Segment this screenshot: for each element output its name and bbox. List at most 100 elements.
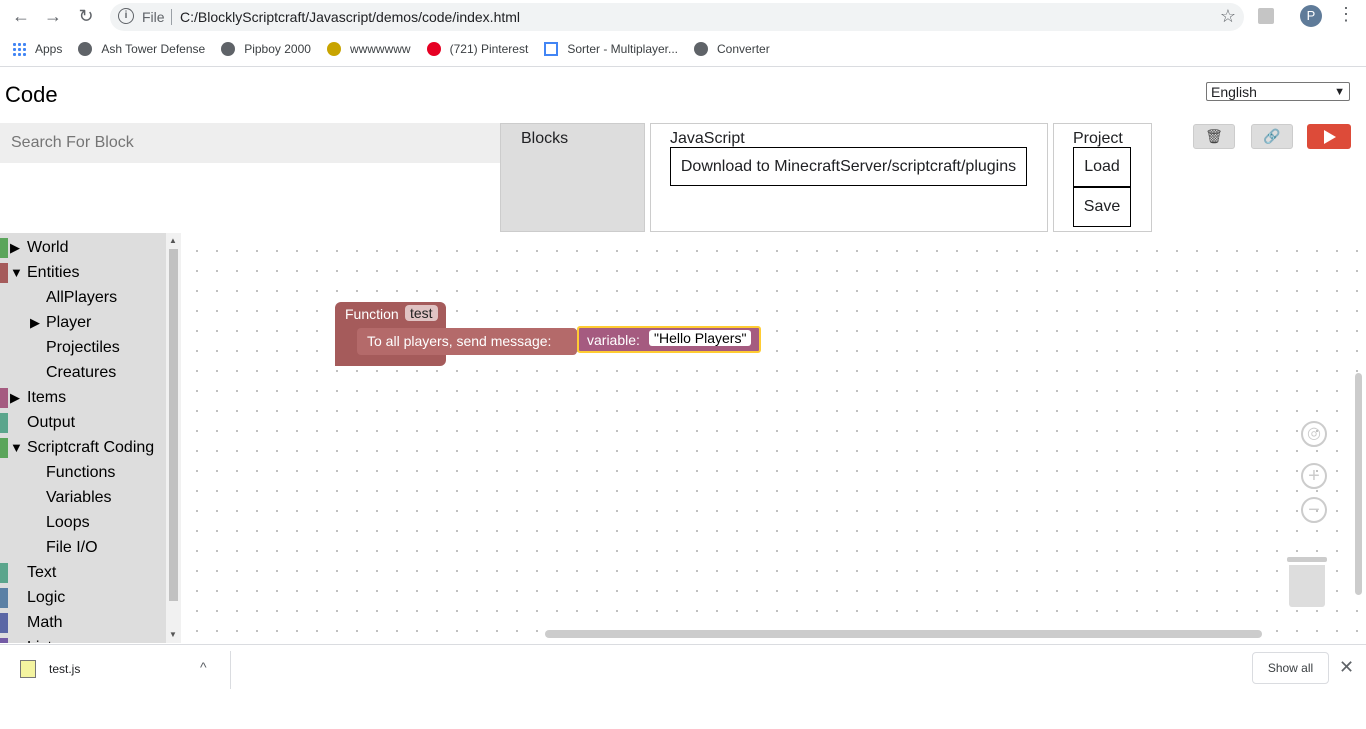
bookmark-wwwwwww[interactable]: wwwwwww <box>326 42 411 56</box>
toolbox-category-variables[interactable]: Variables <box>0 485 166 510</box>
toolbox-category-lists[interactable]: Lists <box>0 635 166 643</box>
tab-blocks-label: Blocks <box>521 130 569 147</box>
category-label: Functions <box>46 464 116 481</box>
trash-lid <box>1287 557 1327 562</box>
bookmark-pinterest[interactable]: (721) Pinterest <box>426 42 528 56</box>
toolbox-category-functions[interactable]: Functions <box>0 460 166 485</box>
send-message-block[interactable]: To all players, send message: <box>357 328 577 355</box>
recenter-icon[interactable]: ◎ <box>1301 421 1327 447</box>
search-input[interactable]: Search For Block <box>11 134 134 152</box>
category-label: Lists <box>27 635 60 643</box>
zoom-out-icon[interactable]: − <box>1301 497 1327 523</box>
workspace-vertical-scrollbar[interactable] <box>1355 373 1362 595</box>
toolbox-category-logic[interactable]: Logic <box>0 585 166 610</box>
workspace-horizontal-scrollbar[interactable] <box>545 630 1262 638</box>
category-label: Player <box>46 314 92 331</box>
bookmark-pipboy[interactable]: Pipboy 2000 <box>221 42 311 56</box>
category-label: Loops <box>46 514 90 531</box>
reload-button[interactable]: ↻ <box>75 5 97 27</box>
download-button[interactable]: Download to MinecraftServer/scriptcraft/… <box>670 147 1027 186</box>
apps-grid-icon <box>12 42 26 56</box>
pdf-extension-icon[interactable] <box>1258 8 1274 24</box>
tab-javascript[interactable]: JavaScript Download to MinecraftServer/s… <box>650 123 1048 232</box>
toolbox-category-scriptcraft-coding[interactable]: ▼ Scriptcraft Coding <box>0 435 166 460</box>
save-button[interactable]: Save <box>1073 187 1131 227</box>
category-label: AllPlayers <box>46 289 118 306</box>
language-select[interactable]: English ▼ <box>1206 82 1350 101</box>
toolbox: ▶ World ▼ Entities AllPlayers ▶ Player P… <box>0 233 166 643</box>
globe-icon <box>694 42 709 56</box>
bookmark-label: Sorter - Multiplayer... <box>567 42 679 56</box>
bookmark-apps[interactable]: Apps <box>12 42 62 56</box>
close-icon[interactable]: ✕ <box>1339 657 1354 678</box>
language-select-value: English <box>1211 84 1257 100</box>
chevron-down-icon: ▼ <box>1334 86 1345 98</box>
toolbox-category-text[interactable]: Text <box>0 560 166 585</box>
run-button[interactable] <box>1307 124 1351 149</box>
send-message-label: To all players, send message: <box>367 333 552 349</box>
toolbox-scrollbar[interactable]: ▲ ▼ <box>166 233 181 643</box>
address-bar[interactable]: i File C:/BlocklyScriptcraft/Javascript/… <box>110 3 1244 31</box>
category-color <box>0 238 8 258</box>
tab-javascript-label: JavaScript <box>670 130 745 147</box>
tab-blocks[interactable]: Blocks <box>500 123 645 232</box>
forward-button[interactable]: → <box>42 5 64 27</box>
bookmark-label: Pipboy 2000 <box>244 42 311 56</box>
back-button[interactable]: ← <box>10 5 32 27</box>
collapse-arrow-icon[interactable]: ▼ <box>10 435 23 460</box>
toolbox-category-output[interactable]: Output <box>0 410 166 435</box>
bookmark-converter[interactable]: Converter <box>694 42 770 56</box>
toolbox-category-entities[interactable]: ▼ Entities <box>0 260 166 285</box>
expand-arrow-icon[interactable]: ▶ <box>10 235 20 260</box>
toolbox-category-world[interactable]: ▶ World <box>0 235 166 260</box>
workspace-trash-icon[interactable] <box>1287 553 1327 607</box>
shelf-separator <box>230 651 231 689</box>
category-label: Text <box>27 564 57 581</box>
bookmark-sorter[interactable]: Sorter - Multiplayer... <box>544 42 678 56</box>
tab-project[interactable]: Project Load Save <box>1053 123 1152 232</box>
browser-toolbar: ← → ↻ i File C:/BlocklyScriptcraft/Javas… <box>0 0 1366 67</box>
toolbox-category-allplayers[interactable]: AllPlayers <box>0 285 166 310</box>
category-label: Items <box>27 389 67 406</box>
toolbox-category-file-io[interactable]: File I/O <box>0 535 166 560</box>
bookmark-star-icon[interactable]: ☆ <box>1220 6 1236 27</box>
bookmarks-bar: Apps Ash Tower Defense Pipboy 2000 wwwww… <box>12 40 786 58</box>
category-label: Variables <box>46 489 112 506</box>
skull-icon <box>326 42 341 56</box>
url-separator <box>171 9 172 25</box>
bookmark-ash-tower-defense[interactable]: Ash Tower Defense <box>78 42 205 56</box>
browser-menu-icon[interactable]: ⋮ <box>1337 4 1355 25</box>
show-all-button[interactable]: Show all <box>1252 652 1329 684</box>
zoom-in-icon[interactable]: + <box>1301 463 1327 489</box>
collapse-arrow-icon[interactable]: ▼ <box>10 260 23 285</box>
variable-value-field[interactable]: "Hello Players" <box>649 330 752 346</box>
expand-arrow-icon[interactable]: ▶ <box>30 310 40 335</box>
block-search[interactable]: Search For Block <box>0 123 500 163</box>
page-title: Code <box>5 82 58 107</box>
scroll-down-arrow-icon[interactable]: ▼ <box>169 630 177 639</box>
info-icon[interactable]: i <box>118 8 134 24</box>
tab-project-label: Project <box>1073 130 1123 147</box>
expand-arrow-icon[interactable]: ▶ <box>10 385 20 410</box>
js-file-icon <box>20 660 36 678</box>
load-button[interactable]: Load <box>1073 147 1131 187</box>
function-name-field[interactable]: test <box>405 305 438 321</box>
trash-button[interactable]: 🗑 <box>1193 124 1235 149</box>
variable-block[interactable]: variable: "Hello Players" <box>577 326 761 353</box>
blockly-workspace[interactable]: Function test To all players, send messa… <box>181 233 1366 643</box>
profile-avatar[interactable]: P <box>1300 5 1322 27</box>
scroll-up-arrow-icon[interactable]: ▲ <box>169 236 177 245</box>
pinterest-icon <box>426 42 441 56</box>
toolbox-category-math[interactable]: Math <box>0 610 166 635</box>
toolbox-scroll-thumb[interactable] <box>169 249 178 601</box>
toolbox-category-items[interactable]: ▶ Items <box>0 385 166 410</box>
toolbox-category-projectiles[interactable]: Projectiles <box>0 335 166 360</box>
link-button[interactable]: 🔗 <box>1251 124 1293 149</box>
toolbox-category-player[interactable]: ▶ Player <box>0 310 166 335</box>
sorter-icon <box>544 42 559 56</box>
url-text[interactable]: C:/BlocklyScriptcraft/Javascript/demos/c… <box>180 9 520 25</box>
download-file-name[interactable]: test.js <box>49 662 80 676</box>
chevron-up-icon[interactable]: ^ <box>200 659 207 675</box>
toolbox-category-loops[interactable]: Loops <box>0 510 166 535</box>
toolbox-category-creatures[interactable]: Creatures <box>0 360 166 385</box>
